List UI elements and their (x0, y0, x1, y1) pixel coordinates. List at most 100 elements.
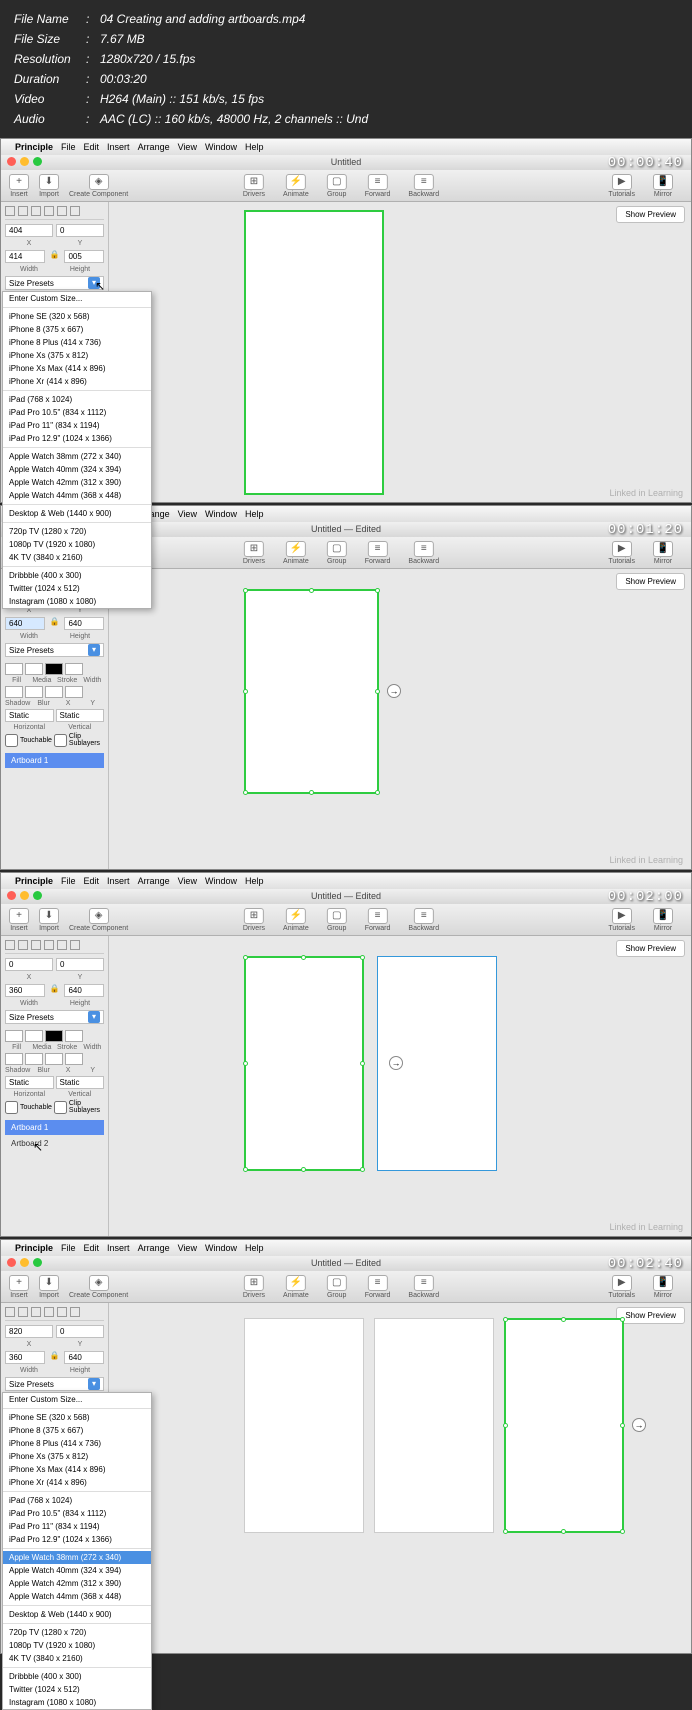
transition-arrow-icon[interactable]: → (632, 1418, 646, 1432)
shadow-x-input[interactable] (45, 686, 63, 698)
artboard[interactable] (244, 210, 384, 495)
animate-button[interactable]: ⚡ (286, 541, 306, 557)
preset-twitter[interactable]: Twitter (1024 x 512) (3, 1683, 151, 1696)
backward-button[interactable]: ≡ (414, 174, 434, 190)
width-input[interactable]: 640 (5, 617, 45, 630)
stroke-swatch[interactable] (45, 1030, 63, 1042)
show-preview-button[interactable]: Show Preview (616, 1307, 685, 1324)
preset-iphone-xsm[interactable]: iPhone Xs Max (414 x 896) (3, 362, 151, 375)
align-icon[interactable] (70, 206, 80, 216)
transition-arrow-icon[interactable]: → (387, 684, 401, 698)
menu-arrange[interactable]: Arrange (138, 1243, 170, 1253)
canvas[interactable]: Show Preview → Linked in Learning (109, 936, 691, 1236)
preset-ipad[interactable]: iPad (768 x 1024) (3, 393, 151, 406)
close-button[interactable] (7, 1258, 16, 1267)
align-icon[interactable] (18, 206, 28, 216)
preset-ipad-129[interactable]: iPad Pro 12.9" (1024 x 1366) (3, 432, 151, 445)
group-button[interactable]: ▢ (327, 908, 347, 924)
menu-help[interactable]: Help (245, 876, 264, 886)
preset-iphone-xsm[interactable]: iPhone Xs Max (414 x 896) (3, 1463, 151, 1476)
align-icon[interactable] (70, 940, 80, 950)
menu-arrange[interactable]: Arrange (138, 876, 170, 886)
show-preview-button[interactable]: Show Preview (616, 940, 685, 957)
lock-icon[interactable]: 🔒 (50, 250, 60, 263)
minimize-button[interactable] (20, 157, 29, 166)
preset-aw42[interactable]: Apple Watch 42mm (312 x 390) (3, 476, 151, 489)
drivers-button[interactable]: ⊞ (244, 174, 264, 190)
artboard-1[interactable] (244, 589, 379, 794)
import-button[interactable]: ⬇ (39, 1275, 59, 1291)
x-input[interactable]: 404 (5, 224, 53, 237)
y-input[interactable]: 0 (56, 958, 104, 971)
align-icon[interactable] (5, 1307, 15, 1317)
menu-help[interactable]: Help (245, 1243, 264, 1253)
menu-view[interactable]: View (178, 1243, 197, 1253)
preset-4k[interactable]: 4K TV (3840 x 2160) (3, 1652, 151, 1665)
width-input[interactable] (65, 663, 83, 675)
backward-button[interactable]: ≡ (414, 908, 434, 924)
preset-ipad-11[interactable]: iPad Pro 11" (834 x 1194) (3, 1520, 151, 1533)
app-menu[interactable]: Principle (15, 876, 53, 886)
shadow-y-input[interactable] (65, 686, 83, 698)
preset-custom[interactable]: Enter Custom Size... (3, 1393, 151, 1406)
animate-button[interactable]: ⚡ (286, 174, 306, 190)
group-button[interactable]: ▢ (327, 174, 347, 190)
menu-file[interactable]: File (61, 1243, 76, 1253)
transition-arrow-icon[interactable]: → (389, 1056, 403, 1070)
width-input[interactable]: 360 (5, 1351, 45, 1364)
align-icon[interactable] (70, 1307, 80, 1317)
tutorials-button[interactable]: ▶ (612, 541, 632, 557)
preset-instagram[interactable]: Instagram (1080 x 1080) (3, 595, 151, 608)
close-button[interactable] (7, 157, 16, 166)
media-swatch[interactable] (25, 1030, 43, 1042)
preset-720p[interactable]: 720p TV (1280 x 720) (3, 1626, 151, 1639)
x-input[interactable]: 0 (5, 958, 53, 971)
height-input[interactable]: 640 (64, 984, 104, 997)
height-input[interactable]: 005 (64, 250, 104, 263)
preset-iphone-se[interactable]: iPhone SE (320 x 568) (3, 310, 151, 323)
align-icon[interactable] (57, 940, 67, 950)
blur-input[interactable] (25, 1053, 43, 1065)
tutorials-button[interactable]: ▶ (612, 1275, 632, 1291)
tutorials-button[interactable]: ▶ (612, 908, 632, 924)
canvas[interactable]: Show Preview Linked in Learning (109, 202, 691, 502)
align-icon[interactable] (57, 1307, 67, 1317)
align-icon[interactable] (31, 1307, 41, 1317)
app-menu[interactable]: Principle (15, 1243, 53, 1253)
align-icon[interactable] (31, 940, 41, 950)
menu-insert[interactable]: Insert (107, 142, 130, 152)
insert-button[interactable]: + (9, 174, 29, 190)
size-presets-dropdown[interactable]: Size Presets ▾ (5, 643, 104, 657)
align-icon[interactable] (57, 206, 67, 216)
preset-iphone-xs[interactable]: iPhone Xs (375 x 812) (3, 1450, 151, 1463)
touchable-checkbox[interactable] (5, 734, 18, 747)
preset-iphone-8p[interactable]: iPhone 8 Plus (414 x 736) (3, 336, 151, 349)
width-input[interactable]: 414 (5, 250, 45, 263)
tutorials-button[interactable]: ▶ (612, 174, 632, 190)
preset-aw40[interactable]: Apple Watch 40mm (324 x 394) (3, 1564, 151, 1577)
create-component-button[interactable]: ◈ (89, 1275, 109, 1291)
menu-insert[interactable]: Insert (107, 876, 130, 886)
drivers-button[interactable]: ⊞ (244, 908, 264, 924)
group-button[interactable]: ▢ (327, 1275, 347, 1291)
import-button[interactable]: ⬇ (39, 908, 59, 924)
forward-button[interactable]: ≡ (368, 908, 388, 924)
align-icon[interactable] (18, 940, 28, 950)
align-icon[interactable] (31, 206, 41, 216)
animate-button[interactable]: ⚡ (286, 1275, 306, 1291)
fill-swatch[interactable] (5, 1030, 23, 1042)
menu-arrange[interactable]: Arrange (138, 142, 170, 152)
align-icon[interactable] (18, 1307, 28, 1317)
touchable-checkbox[interactable] (5, 1101, 18, 1114)
artboard-1[interactable] (244, 956, 364, 1171)
menu-window[interactable]: Window (205, 1243, 237, 1253)
canvas[interactable]: Show Preview → Linked in Learning (109, 569, 691, 869)
align-icon[interactable] (44, 206, 54, 216)
x-input[interactable]: 820 (5, 1325, 53, 1338)
preset-dribbble[interactable]: Dribbble (400 x 300) (3, 569, 151, 582)
stroke-swatch[interactable] (45, 663, 63, 675)
preset-aw38[interactable]: Apple Watch 38mm (272 x 340) (3, 450, 151, 463)
preset-desktop[interactable]: Desktop & Web (1440 x 900) (3, 1608, 151, 1621)
menu-view[interactable]: View (178, 142, 197, 152)
preset-ipad-105[interactable]: iPad Pro 10.5" (834 x 1112) (3, 406, 151, 419)
